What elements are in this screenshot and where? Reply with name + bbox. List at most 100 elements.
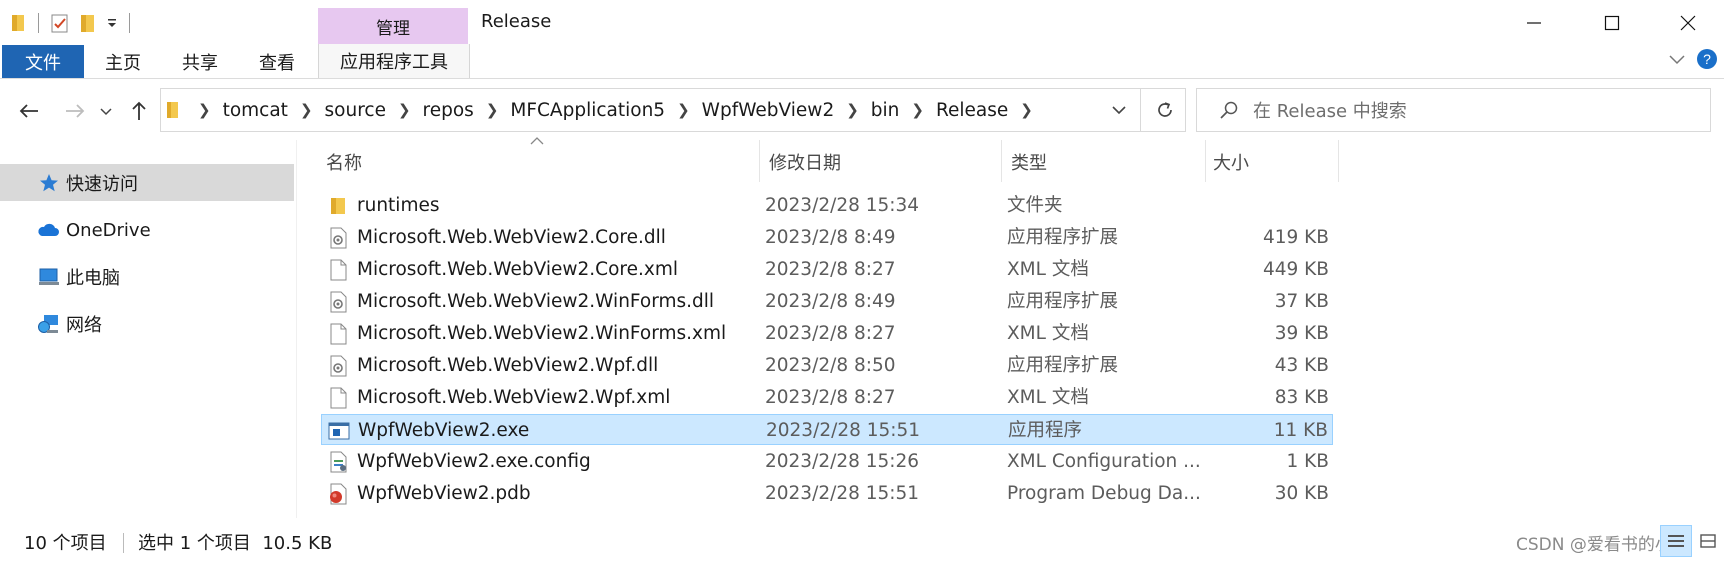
refresh-button[interactable] [1146, 90, 1184, 130]
divider [129, 13, 130, 33]
quick-access-toolbar [10, 8, 134, 38]
tab-application-tools[interactable]: 应用程序工具 [318, 44, 470, 79]
nav-item-label: 网络 [66, 315, 102, 336]
file-row-runtimes[interactable]: runtimes 2023/2/28 15:34 文件夹 [321, 190, 1333, 221]
help-button[interactable]: ? [1696, 48, 1718, 70]
details-view-button[interactable] [1660, 525, 1692, 557]
tab-file[interactable]: 文件 [2, 45, 84, 78]
tab-home[interactable]: 主页 [105, 45, 141, 78]
breadcrumb-item[interactable]: Release [936, 100, 1008, 121]
file-row-core-dll[interactable]: Microsoft.Web.WebView2.Core.dll 2023/2/8… [321, 222, 1333, 253]
minimize-button[interactable] [1509, 6, 1559, 40]
file-type: 应用程序扩展 [1007, 291, 1119, 312]
chevron-right-icon[interactable]: ❯ [1020, 101, 1033, 119]
file-type: XML 文档 [1007, 259, 1089, 280]
nav-item-onedrive[interactable]: OneDrive [36, 215, 151, 245]
breadcrumb-item[interactable]: source [325, 100, 386, 121]
column-header-type[interactable]: 类型 [1011, 145, 1047, 179]
nav-item-label: 此电脑 [66, 268, 120, 289]
details-view-icon [1668, 535, 1684, 547]
file-type: Program Debug Da... [1007, 483, 1201, 504]
sort-ascending-icon [530, 137, 544, 145]
file-name: Microsoft.Web.WebView2.Core.xml [357, 259, 678, 280]
file-type: XML 文档 [1007, 387, 1089, 408]
file-name: Microsoft.Web.WebView2.Core.dll [357, 227, 666, 248]
status-selection: 选中 1 个项目 10.5 KB [138, 533, 333, 554]
chevron-right-icon[interactable]: ❯ [677, 101, 690, 119]
close-button[interactable] [1663, 6, 1713, 40]
file-row-core-xml[interactable]: Microsoft.Web.WebView2.Core.xml 2023/2/8… [321, 254, 1333, 285]
dll-file-icon [330, 355, 347, 377]
breadcrumb-item[interactable]: repos [423, 100, 474, 121]
file-row-wpf-dll[interactable]: Microsoft.Web.WebView2.Wpf.dll 2023/2/8 … [321, 350, 1333, 381]
column-divider[interactable] [1001, 140, 1002, 182]
large-icons-view-icon [1700, 534, 1716, 548]
refresh-icon [1158, 102, 1172, 117]
close-icon [1680, 15, 1696, 31]
window-title: Release [481, 11, 552, 32]
search-icon [1219, 100, 1239, 120]
minimize-icon [1527, 22, 1541, 24]
file-name: Microsoft.Web.WebView2.WinForms.dll [357, 291, 715, 312]
tab-view[interactable]: 查看 [259, 45, 295, 78]
status-item-count: 10 个项目 [24, 533, 107, 554]
column-header-size[interactable]: 大小 [1213, 145, 1249, 179]
search-input[interactable]: 在 Release 中搜索 [1196, 88, 1711, 132]
chevron-down-icon [100, 108, 112, 116]
nav-item-this-pc[interactable]: 此电脑 [38, 262, 120, 292]
customize-toolbar-icon[interactable] [105, 16, 119, 30]
chevron-right-icon[interactable]: ❯ [198, 101, 211, 119]
file-date: 2023/2/28 15:26 [765, 451, 920, 472]
column-divider[interactable] [1205, 140, 1206, 182]
nav-item-quick-access[interactable]: 快速访问 [38, 168, 138, 198]
nav-item-network[interactable]: 网络 [38, 309, 102, 339]
svg-text:?: ? [1703, 51, 1711, 67]
recent-locations-button[interactable] [96, 94, 116, 128]
file-row-pdb[interactable]: WpfWebView2.pdb 2023/2/28 15:51 Program … [321, 478, 1333, 509]
chevron-right-icon[interactable]: ❯ [486, 101, 499, 119]
nav-item-label: 快速访问 [66, 174, 138, 195]
file-type: 应用程序扩展 [1007, 355, 1119, 376]
breadcrumb-item[interactable]: tomcat [223, 100, 288, 121]
new-folder-icon[interactable] [77, 12, 99, 34]
file-row-exe[interactable]: WpfWebView2.exe 2023/2/28 15:51 应用程序 11 … [321, 414, 1333, 445]
breadcrumb-item[interactable]: WpfWebView2 [702, 100, 835, 121]
tab-share[interactable]: 共享 [182, 45, 218, 78]
forward-button[interactable] [60, 94, 90, 128]
breadcrumb-item[interactable]: MFCApplication5 [510, 100, 665, 121]
divider [123, 533, 124, 553]
chevron-right-icon[interactable]: ❯ [300, 101, 313, 119]
back-button[interactable] [14, 94, 44, 128]
maximize-button[interactable] [1587, 6, 1637, 40]
arrow-left-icon [19, 104, 38, 118]
file-size: 449 KB [1262, 259, 1329, 280]
pane-divider[interactable] [296, 140, 297, 518]
search-placeholder: 在 Release 中搜索 [1253, 101, 1407, 122]
column-header-name[interactable]: 名称 [326, 145, 362, 179]
file-row-wpf-xml[interactable]: Microsoft.Web.WebView2.Wpf.xml 2023/2/8 … [321, 382, 1333, 413]
column-divider[interactable] [1338, 140, 1339, 182]
maximize-icon [1604, 15, 1620, 31]
file-date: 2023/2/8 8:27 [765, 259, 896, 280]
expand-ribbon-button[interactable] [1668, 52, 1686, 66]
properties-icon[interactable] [49, 12, 71, 34]
arrow-up-icon [132, 101, 146, 120]
column-header-date[interactable]: 修改日期 [769, 145, 841, 179]
breadcrumb-item[interactable]: bin [871, 100, 900, 121]
address-history-button[interactable] [1104, 94, 1134, 126]
file-date: 2023/2/8 8:50 [765, 355, 896, 376]
ribbon-divider [0, 78, 1724, 79]
file-row-exe-config[interactable]: WpfWebView2.exe.config 2023/2/28 15:26 X… [321, 446, 1333, 477]
file-row-winforms-dll[interactable]: Microsoft.Web.WebView2.WinForms.dll 2023… [321, 286, 1333, 317]
large-icons-view-button[interactable] [1692, 525, 1724, 557]
chevron-right-icon[interactable]: ❯ [398, 101, 411, 119]
file-date: 2023/2/8 8:27 [765, 323, 896, 344]
column-divider[interactable] [759, 140, 760, 182]
chevron-right-icon[interactable]: ❯ [911, 101, 924, 119]
chevron-right-icon[interactable]: ❯ [846, 101, 859, 119]
help-icon: ? [1697, 49, 1717, 69]
cloud-icon [36, 221, 60, 239]
file-name: WpfWebView2.exe [358, 420, 530, 441]
file-row-winforms-xml[interactable]: Microsoft.Web.WebView2.WinForms.xml 2023… [321, 318, 1333, 349]
up-button[interactable] [124, 94, 154, 128]
